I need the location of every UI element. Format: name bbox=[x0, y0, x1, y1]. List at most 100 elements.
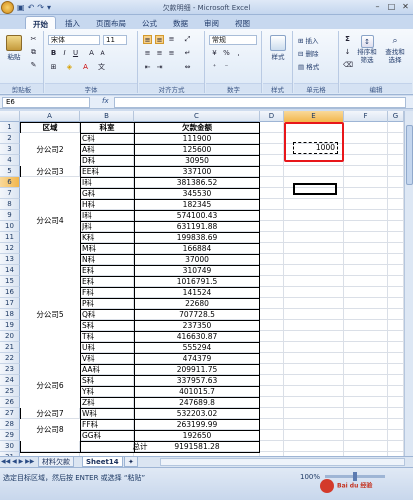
cell-B7[interactable]: G科 bbox=[82, 188, 132, 199]
cell-B26[interactable]: Z科 bbox=[82, 397, 132, 408]
row-header-28[interactable]: 28 bbox=[0, 419, 20, 430]
row-header-17[interactable]: 17 bbox=[0, 298, 20, 309]
underline-icon[interactable]: U bbox=[71, 49, 80, 58]
align-top-icon[interactable]: ≡ bbox=[143, 35, 152, 44]
cell-C25[interactable]: 401015.7 bbox=[134, 386, 260, 397]
font-color-icon[interactable]: A bbox=[81, 63, 90, 72]
row-header-1[interactable]: 1 bbox=[0, 122, 20, 133]
font-name-select[interactable]: 宋体 bbox=[48, 35, 100, 45]
cell-C1[interactable]: 欠款金额 bbox=[134, 122, 260, 133]
insert-button[interactable]: ⊞ 插入 bbox=[298, 35, 319, 45]
zoom-slider[interactable] bbox=[325, 472, 385, 481]
row-header-4[interactable]: 4 bbox=[0, 155, 20, 166]
tab-5[interactable]: 审阅 bbox=[197, 16, 226, 29]
cut-icon[interactable]: ✂ bbox=[29, 35, 38, 44]
wrap-text-icon[interactable]: ↵ bbox=[183, 49, 192, 58]
new-sheet-icon[interactable]: ✦ bbox=[124, 457, 138, 467]
decrease-indent-icon[interactable]: ⇤ bbox=[143, 63, 152, 72]
cell-C18[interactable]: 707728.5 bbox=[134, 309, 260, 320]
cell-B22[interactable]: V科 bbox=[82, 353, 132, 364]
autosum-icon[interactable]: Σ bbox=[343, 35, 352, 44]
cell-C2[interactable]: 111900 bbox=[134, 133, 260, 144]
cell-A1[interactable]: 区域 bbox=[20, 122, 80, 133]
clear-icon[interactable]: ⌫ bbox=[343, 61, 353, 70]
cell-B4[interactable]: D科 bbox=[82, 155, 132, 166]
currency-icon[interactable]: ¥ bbox=[210, 49, 219, 58]
cell-C24[interactable]: 337957.63 bbox=[134, 375, 260, 386]
tab-3[interactable]: 公式 bbox=[135, 16, 164, 29]
cell-C4[interactable]: 30950 bbox=[134, 155, 260, 166]
tab-4[interactable]: 数据 bbox=[166, 16, 195, 29]
border-icon[interactable]: ⊞ bbox=[49, 63, 58, 72]
align-middle-icon[interactable]: ≡ bbox=[155, 35, 164, 44]
row-header-9[interactable]: 9 bbox=[0, 210, 20, 221]
cell-B11[interactable]: K科 bbox=[82, 232, 132, 243]
cell-C22[interactable]: 474379 bbox=[134, 353, 260, 364]
align-bottom-icon[interactable]: ≡ bbox=[167, 35, 176, 44]
fill-color-icon[interactable]: ◈ bbox=[65, 63, 74, 72]
sort-filter-button[interactable]: ↕ 排序和 筛选 bbox=[354, 35, 380, 64]
fill-icon[interactable]: ↓ bbox=[343, 48, 352, 57]
font-size-select[interactable]: 11 bbox=[103, 35, 127, 45]
cell-B23[interactable]: AA科 bbox=[82, 364, 132, 375]
vertical-scrollbar[interactable] bbox=[404, 111, 413, 456]
cell-C30[interactable]: 9191581.28 bbox=[134, 441, 260, 452]
format-button[interactable]: ▤ 格式 bbox=[298, 61, 319, 71]
row-header-25[interactable]: 25 bbox=[0, 386, 20, 397]
cell-C8[interactable]: 182345 bbox=[134, 199, 260, 210]
cell-B5[interactable]: EE科 bbox=[82, 166, 132, 177]
horizontal-scrollbar[interactable] bbox=[160, 458, 405, 466]
row-header-10[interactable]: 10 bbox=[0, 221, 20, 232]
worksheet-grid[interactable]: 1 2 3 4 5 6 7 8 9 10 11 12 13 14 15 16 17 18 19 20 21 22 23 24 2… bbox=[0, 122, 404, 456]
row-header-12[interactable]: 12 bbox=[0, 243, 20, 254]
row-header-27[interactable]: 27 bbox=[0, 408, 20, 419]
cell-C6[interactable]: 381386.52 bbox=[134, 177, 260, 188]
maximize-button[interactable]: □ bbox=[386, 2, 397, 11]
cell-B24[interactable]: S科 bbox=[82, 375, 132, 386]
column-header-E[interactable]: E bbox=[284, 111, 344, 122]
align-left-icon[interactable]: ≡ bbox=[143, 49, 152, 58]
column-header-F[interactable]: F bbox=[344, 111, 388, 122]
styles-button[interactable]: 样式 bbox=[266, 35, 290, 61]
row-header-2[interactable]: 2 bbox=[0, 133, 20, 144]
number-format-select[interactable]: 常规 bbox=[209, 35, 257, 45]
increase-indent-icon[interactable]: ⇥ bbox=[155, 63, 164, 72]
cell-B13[interactable]: N科 bbox=[82, 254, 132, 265]
cell-B28[interactable]: FF科 bbox=[82, 419, 132, 430]
merged-cell-A23[interactable]: 分公司6 bbox=[20, 364, 80, 408]
cell-C7[interactable]: 345530 bbox=[134, 188, 260, 199]
copy-icon[interactable]: ⧉ bbox=[29, 48, 38, 57]
cell-A27[interactable]: 分公司7 bbox=[20, 408, 80, 419]
cell-C17[interactable]: 22680 bbox=[134, 298, 260, 309]
cell-B27[interactable]: W科 bbox=[82, 408, 132, 419]
row-header-14[interactable]: 14 bbox=[0, 265, 20, 276]
sheet-tab-0[interactable]: 材料欠款 bbox=[38, 457, 74, 467]
row-header-19[interactable]: 19 bbox=[0, 320, 20, 331]
column-header-A[interactable]: A bbox=[20, 111, 80, 122]
sheet-tab-1[interactable]: Sheet14 bbox=[82, 457, 123, 467]
row-header-5[interactable]: 5 bbox=[0, 166, 20, 177]
cell-C21[interactable]: 555294 bbox=[134, 342, 260, 353]
row-header-3[interactable]: 3 bbox=[0, 144, 20, 155]
cell-B1[interactable]: 科室 bbox=[80, 122, 134, 133]
column-header-B[interactable]: B bbox=[80, 111, 134, 122]
cell-C12[interactable]: 166884 bbox=[134, 243, 260, 254]
row-header-26[interactable]: 26 bbox=[0, 397, 20, 408]
find-select-button[interactable]: ⌕ 查找和 选择 bbox=[382, 35, 408, 64]
sheet-nav-arrows[interactable]: ◀◀ ◀ ▶ ▶▶ bbox=[1, 457, 34, 467]
cell-C19[interactable]: 237350 bbox=[134, 320, 260, 331]
cell-C27[interactable]: 532203.02 bbox=[134, 408, 260, 419]
row-header-18[interactable]: 18 bbox=[0, 309, 20, 320]
row-header-24[interactable]: 24 bbox=[0, 375, 20, 386]
merged-cell-A14[interactable]: 分公司5 bbox=[20, 265, 80, 364]
align-right-icon[interactable]: ≡ bbox=[167, 49, 176, 58]
shrink-font-icon[interactable]: A bbox=[98, 49, 107, 58]
cell-C10[interactable]: 631191.88 bbox=[134, 221, 260, 232]
formula-input[interactable] bbox=[114, 97, 406, 108]
tab-1[interactable]: 插入 bbox=[58, 16, 87, 29]
cell-C5[interactable]: 337100 bbox=[134, 166, 260, 177]
zoom-level[interactable]: 100% bbox=[300, 473, 320, 481]
cell-C26[interactable]: 247689.8 bbox=[134, 397, 260, 408]
row-header-7[interactable]: 7 bbox=[0, 188, 20, 199]
cell-B18[interactable]: Q科 bbox=[82, 309, 132, 320]
